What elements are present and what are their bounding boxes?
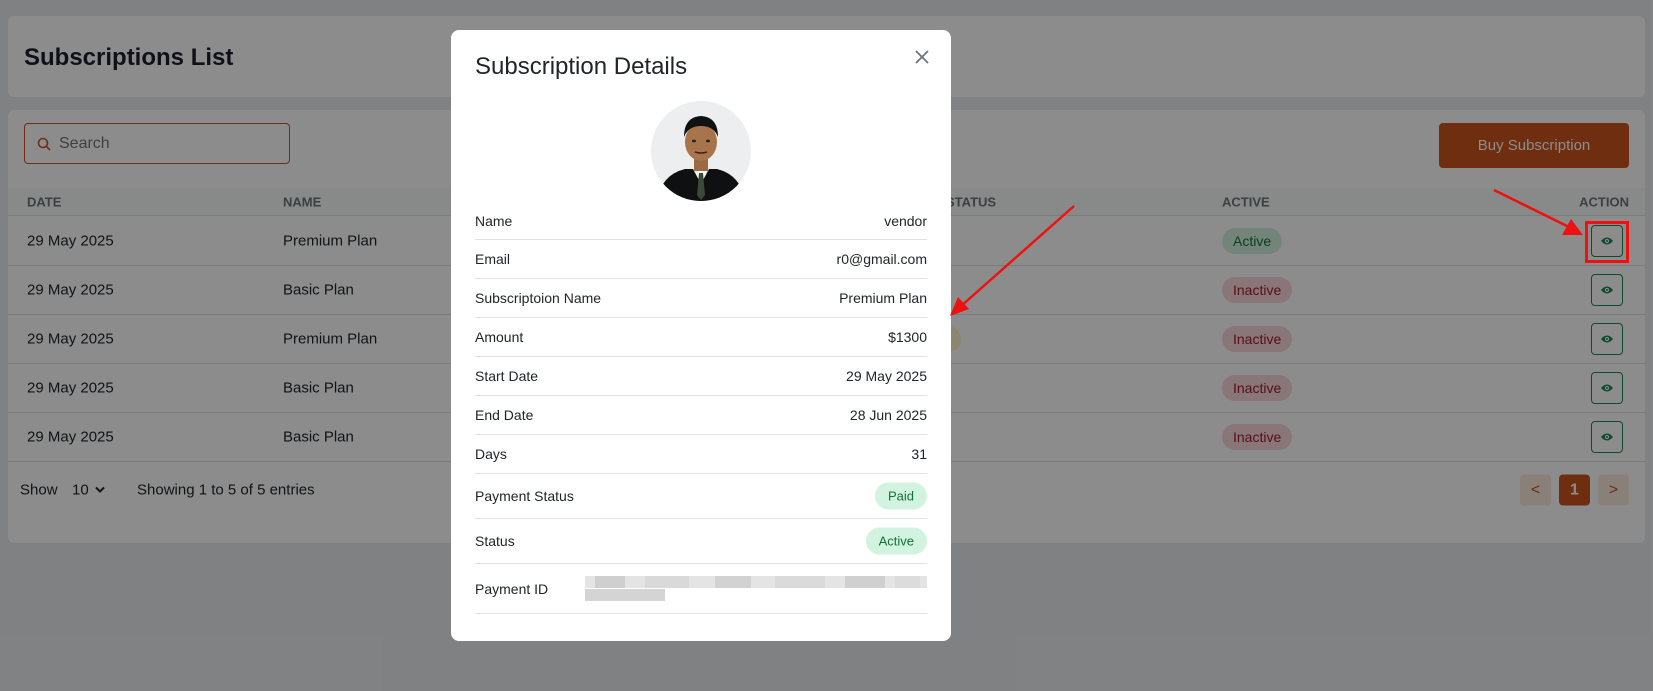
- subscription-details-modal: Subscription Details Name vendor Email r…: [451, 30, 951, 641]
- detail-value: $1300: [888, 329, 927, 345]
- detail-row-email: Email r0@gmail.com: [475, 240, 927, 279]
- detail-label: Email: [475, 251, 511, 267]
- detail-row-subscription-name: Subscriptoion Name Premium Plan: [475, 279, 927, 318]
- detail-value: 29 May 2025: [846, 368, 927, 384]
- detail-value: 28 Jun 2025: [849, 407, 927, 423]
- detail-label: Subscriptoion Name: [475, 290, 602, 306]
- redacted-payment-id: [585, 575, 927, 601]
- detail-label: Name: [475, 212, 513, 229]
- detail-row-status: Status Active: [475, 519, 927, 564]
- detail-value: r0@gmail.com: [836, 251, 927, 267]
- modal-title: Subscription Details: [475, 53, 688, 80]
- detail-row-days: Days 31: [475, 435, 927, 474]
- detail-row-payment-id: Payment ID: [475, 564, 927, 614]
- detail-row-name: Name vendor: [475, 202, 927, 240]
- detail-value: Premium Plan: [839, 290, 927, 306]
- highlight-box: [1585, 221, 1629, 263]
- detail-row-start-date: Start Date 29 May 2025: [475, 357, 927, 396]
- detail-row-payment-status: Payment Status Paid: [475, 474, 927, 519]
- detail-label: Status: [475, 533, 515, 549]
- detail-value: vendor: [884, 212, 927, 229]
- close-icon[interactable]: [913, 48, 931, 66]
- detail-label: Amount: [475, 329, 524, 345]
- detail-label: End Date: [475, 407, 534, 423]
- detail-row-end-date: End Date 28 Jun 2025: [475, 396, 927, 435]
- payment-status-badge: Paid: [874, 482, 927, 510]
- detail-value: 31: [911, 446, 927, 462]
- detail-label: Payment ID: [475, 580, 549, 597]
- detail-label: Days: [475, 446, 507, 462]
- detail-label: Start Date: [475, 368, 539, 384]
- detail-label: Payment Status: [475, 488, 574, 504]
- detail-row-amount: Amount $1300: [475, 318, 927, 357]
- status-badge: Active: [865, 527, 927, 555]
- avatar: [651, 101, 751, 201]
